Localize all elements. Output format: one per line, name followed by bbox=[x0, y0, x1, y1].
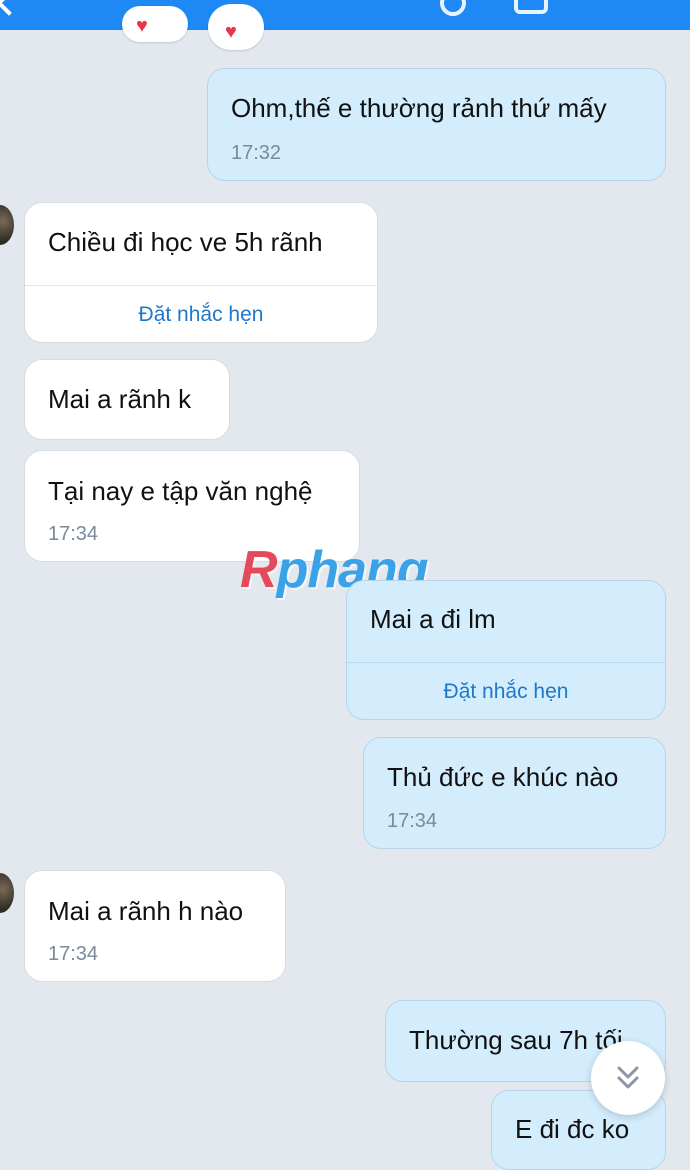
heart-icon: ♥ bbox=[136, 15, 148, 37]
message-text: Thủ đức e khúc nào bbox=[387, 762, 619, 792]
message-text: Mai a đi lm bbox=[370, 604, 496, 634]
message-text: Ohm,thế e thường rảnh thứ mấy bbox=[231, 93, 607, 123]
message-bubble-incoming[interactable]: Mai a rãnh h nào 17:34 bbox=[24, 870, 286, 982]
react-button[interactable]: ♥ bbox=[208, 4, 264, 50]
message-time: 17:34 bbox=[48, 523, 99, 545]
scroll-to-bottom-button[interactable] bbox=[591, 1041, 665, 1115]
message-text: Mai a rãnh h nào bbox=[48, 896, 244, 926]
message-text: Tại nay e tập văn nghệ bbox=[48, 476, 313, 506]
avatar[interactable] bbox=[0, 873, 14, 913]
message-bubble-outgoing[interactable]: Ohm,thế e thường rảnh thứ mấy 17:32 bbox=[207, 68, 666, 181]
avatar[interactable] bbox=[0, 205, 14, 245]
message-text: Chiều đi học ve 5h rãnh bbox=[48, 227, 323, 257]
message-time: 17:34 bbox=[48, 943, 99, 965]
message-bubble-incoming[interactable]: Chiều đi học ve 5h rãnh Đặt nhắc hẹn bbox=[24, 202, 378, 343]
message-text: Mai a rãnh k bbox=[48, 384, 192, 414]
message-bubble-outgoing[interactable]: Mai a đi lm Đặt nhắc hẹn bbox=[346, 580, 666, 720]
message-bubble-outgoing[interactable]: Thủ đức e khúc nào 17:34 bbox=[363, 737, 666, 849]
message-text: Thường sau 7h tối bbox=[409, 1025, 623, 1055]
heart-icon: ♥ bbox=[225, 21, 237, 43]
set-reminder-link[interactable]: Đặt nhắc hẹn bbox=[25, 303, 377, 327]
bubble-divider bbox=[347, 662, 665, 663]
back-arrow-icon[interactable] bbox=[0, 0, 22, 16]
set-reminder-link[interactable]: Đặt nhắc hẹn bbox=[347, 680, 665, 704]
message-time: 17:32 bbox=[231, 142, 282, 164]
message-time: 17:34 bbox=[387, 810, 438, 832]
message-text: E đi đc ko bbox=[515, 1114, 630, 1144]
message-bubble-incoming[interactable]: Mai a rãnh k bbox=[24, 359, 230, 440]
video-call-icon[interactable] bbox=[514, 0, 548, 14]
reaction-count-badge[interactable]: ♥ bbox=[122, 6, 188, 42]
call-icon[interactable] bbox=[440, 0, 466, 16]
double-chevron-down-icon bbox=[617, 1066, 639, 1089]
bubble-divider bbox=[25, 285, 377, 286]
chat-header bbox=[0, 0, 690, 30]
